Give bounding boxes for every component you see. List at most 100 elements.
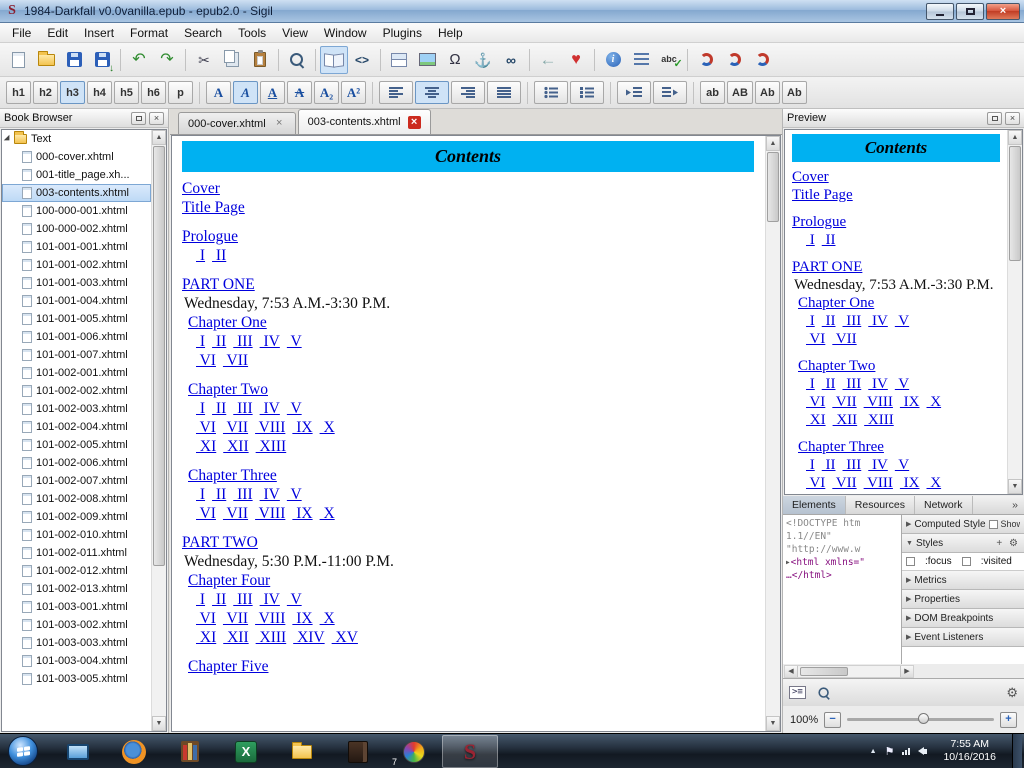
taskbar-library-icon[interactable] — [162, 735, 218, 768]
section-link-v[interactable]: V — [895, 313, 909, 329]
zoom-out-button[interactable]: − — [824, 711, 842, 728]
devtools-horizontal-scrollbar[interactable]: ◀ ▶ — [784, 664, 914, 678]
taskbar-paint-icon[interactable]: 7 — [386, 735, 442, 768]
tree-item-101-002-010-xhtml[interactable]: 101-002-010.xhtml — [2, 526, 151, 544]
devtools-tab-resources[interactable]: Resources — [846, 496, 915, 514]
link-chapter-one[interactable]: Chapter One — [188, 314, 267, 331]
section-link-vii[interactable]: VII — [832, 475, 857, 491]
bullet-list-button[interactable] — [534, 81, 568, 104]
link-chapter-two[interactable]: Chapter Two — [188, 381, 268, 398]
redo-button[interactable]: ↷ — [153, 46, 181, 74]
section-link-xiii[interactable]: XIII — [256, 629, 287, 646]
section-link-viii[interactable]: VIII — [864, 475, 893, 491]
devtools-code[interactable]: <!DOCTYPE htm 1.1//EN" "http://www.w ▶ <html… — [783, 515, 901, 664]
tree-item-101-001-005-xhtml[interactable]: 101-001-005.xhtml — [2, 310, 151, 328]
panel-properties[interactable]: ▶ Properties — [902, 590, 1024, 609]
section-link-i[interactable]: I — [196, 247, 205, 264]
link-part-two[interactable]: PART TWO — [182, 534, 258, 551]
heading-1-button[interactable]: h1 — [6, 81, 31, 104]
tree-item-101-001-006-xhtml[interactable]: 101-001-006.xhtml — [2, 328, 151, 346]
cut-button[interactable]: ✂ — [190, 46, 218, 74]
scrollbar-thumb[interactable] — [767, 152, 779, 222]
scroll-left-icon[interactable]: ◀ — [785, 665, 798, 677]
heading-6-button[interactable]: h6 — [141, 81, 166, 104]
align-justify-button[interactable] — [487, 81, 521, 104]
section-link-vii[interactable]: VII — [832, 331, 857, 347]
devtools-search-icon[interactable] — [816, 685, 832, 701]
link-chapter-three[interactable]: Chapter Three — [798, 439, 884, 455]
section-link-ix[interactable]: IX — [292, 419, 312, 436]
scroll-down-icon[interactable]: ▼ — [766, 716, 780, 731]
section-link-viii[interactable]: VIII — [255, 505, 286, 522]
menu-plugins[interactable]: Plugins — [375, 24, 430, 42]
tree-item-101-002-003-xhtml[interactable]: 101-002-003.xhtml — [2, 400, 151, 418]
show-desktop-button[interactable] — [1012, 733, 1022, 768]
section-link-vii[interactable]: VII — [223, 610, 249, 627]
section-link-vi[interactable]: VI — [196, 505, 216, 522]
underline-button[interactable]: A — [260, 81, 285, 104]
styles-toolbar-icons[interactable]: + ⚙ — [996, 538, 1020, 549]
section-link-ii[interactable]: II — [822, 457, 836, 473]
link-title-page[interactable]: Title Page — [792, 187, 853, 203]
section-link-iii[interactable]: III — [233, 400, 253, 417]
find-replace-button[interactable] — [283, 46, 311, 74]
tree-item-101-001-004-xhtml[interactable]: 101-001-004.xhtml — [2, 292, 151, 310]
titlecase-button[interactable]: Ab — [754, 81, 780, 104]
link-prologue[interactable]: Prologue — [792, 214, 846, 230]
tree-item-101-002-007-xhtml[interactable]: 101-002-007.xhtml — [2, 472, 151, 490]
bold-button[interactable]: A — [206, 81, 231, 104]
section-link-vii[interactable]: VII — [223, 352, 249, 369]
link-chapter-five[interactable]: Chapter Five — [188, 658, 269, 675]
undo-button[interactable]: ↶ — [125, 46, 153, 74]
capitalize-button[interactable]: Ab — [781, 81, 807, 104]
section-link-xi[interactable]: XI — [196, 438, 216, 455]
scrollbar-thumb[interactable] — [800, 666, 848, 676]
section-link-i[interactable]: I — [806, 313, 815, 329]
preview-scrollbar[interactable]: ▲ ▼ — [1007, 130, 1022, 494]
section-link-iv[interactable]: IV — [868, 457, 888, 473]
tree-item-101-003-004-xhtml[interactable]: 101-003-004.xhtml — [2, 652, 151, 670]
section-link-iv[interactable]: IV — [260, 400, 280, 417]
tree-item-101-002-001-xhtml[interactable]: 101-002-001.xhtml — [2, 364, 151, 382]
section-link-iii[interactable]: III — [233, 591, 253, 608]
insert-link-button[interactable]: ∞ — [497, 46, 525, 74]
book-view-button[interactable] — [320, 45, 348, 74]
section-link-viii[interactable]: VIII — [255, 419, 286, 436]
section-link-iii[interactable]: III — [233, 333, 253, 350]
panel-dom-breakpoints[interactable]: ▶ DOM Breakpoints — [902, 609, 1024, 628]
tree-item-101-002-013-xhtml[interactable]: 101-002-013.xhtml — [2, 580, 151, 598]
section-link-ix[interactable]: IX — [292, 505, 312, 522]
devtools-tab-overflow-icon[interactable]: » — [1006, 496, 1024, 514]
menu-view[interactable]: View — [274, 24, 316, 42]
clip-tool-2-button[interactable] — [720, 46, 748, 74]
heading-4-button[interactable]: h4 — [87, 81, 112, 104]
tree-item-101-002-004-xhtml[interactable]: 101-002-004.xhtml — [2, 418, 151, 436]
section-link-xiii[interactable]: XIII — [256, 438, 287, 455]
section-link-vi[interactable]: VI — [196, 610, 216, 627]
tree-item-101-002-002-xhtml[interactable]: 101-002-002.xhtml — [2, 382, 151, 400]
section-link-vi[interactable]: VI — [196, 419, 216, 436]
special-characters-button[interactable]: Ω — [441, 46, 469, 74]
section-link-ix[interactable]: IX — [292, 610, 312, 627]
heading-2-button[interactable]: h2 — [33, 81, 58, 104]
scroll-right-icon[interactable]: ▶ — [900, 665, 913, 677]
metadata-editor-button[interactable]: i — [599, 46, 627, 74]
section-link-xii[interactable]: XII — [833, 412, 857, 428]
copy-button[interactable] — [218, 46, 246, 74]
section-link-ii[interactable]: II — [212, 247, 226, 264]
section-link-x[interactable]: X — [927, 394, 941, 410]
tray-network-icon[interactable] — [902, 747, 911, 755]
link-chapter-two[interactable]: Chapter Two — [798, 358, 875, 374]
scroll-up-icon[interactable]: ▲ — [152, 130, 166, 145]
outdent-button[interactable] — [617, 81, 651, 104]
indent-button[interactable] — [653, 81, 687, 104]
tab-close-icon[interactable]: × — [407, 115, 421, 129]
tree-item-003-contents-xhtml[interactable]: 003-contents.xhtml — [2, 184, 151, 202]
section-link-iv[interactable]: IV — [260, 486, 280, 503]
tray-volume-icon[interactable] — [918, 747, 928, 755]
superscript-button[interactable]: A² — [341, 81, 366, 104]
heading-5-button[interactable]: h5 — [114, 81, 139, 104]
spellcheck-button[interactable]: abc ✓ — [655, 46, 683, 74]
taskbar-file-explorer-icon[interactable] — [274, 735, 330, 768]
state-checkbox[interactable] — [961, 557, 971, 566]
